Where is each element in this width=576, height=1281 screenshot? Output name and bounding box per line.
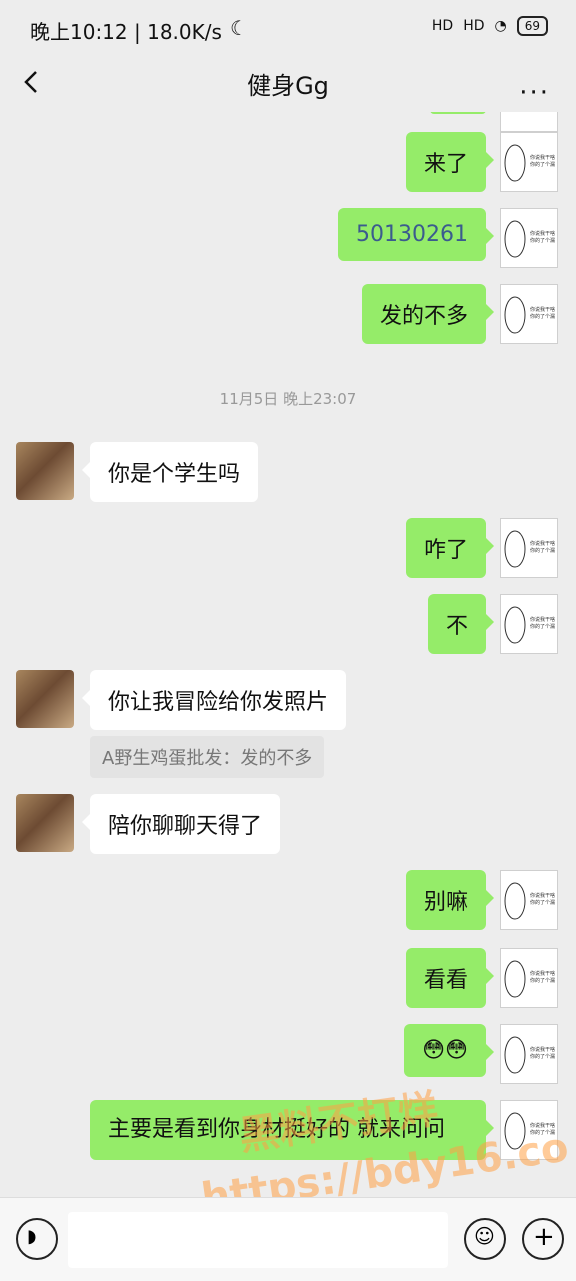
message-bubble[interactable]: 别嘛 [405,870,495,930]
status-right-icons: HD HD ◔ 69 [432,16,548,36]
message-bubble[interactable]: 发的不多 [361,284,495,344]
signal-2-icon: HD [463,18,485,34]
signal-1-icon: HD [431,18,454,34]
smiley-icon: ☺ [474,1224,495,1248]
message-bubble[interactable]: 不 [427,594,495,654]
my-avatar[interactable]: 你说我干啥 你的了个漏 [500,284,558,344]
wifi-icon: ◔ [494,18,507,34]
svg-text:你的了个漏: 你的了个漏 [530,1053,555,1060]
chat-header: 健身Gg ··· [0,56,576,112]
svg-text:你说我干啥: 你说我干啥 [530,616,555,623]
chat-title: 健身Gg [247,72,329,100]
message-bubble[interactable]: 你让我冒险给你发照片 [81,670,347,730]
svg-text:你说我干啥: 你说我干啥 [530,892,555,899]
svg-text:你说我干啥: 你说我干啥 [530,540,555,547]
more-options-icon[interactable]: ··· [519,78,550,108]
emoji-message[interactable]: 😳😳 [404,1024,494,1077]
message-timestamp: 11月5日 晚上23:07 [219,390,357,408]
message-input[interactable] [68,1212,448,1268]
svg-text:你说我干啥: 你说我干啥 [530,154,555,161]
svg-text:你说我干啥: 你说我干啥 [530,230,555,237]
my-avatar[interactable] [500,112,558,132]
svg-text:你说我干啥: 你说我干啥 [530,970,555,977]
partial-bubble [430,112,486,114]
my-avatar[interactable]: 你说我干啥 你的了个漏 [500,518,558,578]
message-bubble[interactable]: 50130261 [338,208,494,261]
emoji-button[interactable]: ☺ [464,1218,506,1260]
input-bar: ◗ ☺ + [0,1197,576,1281]
svg-text:你的了个漏: 你的了个漏 [530,977,555,984]
svg-text:你的了个漏: 你的了个漏 [530,899,555,906]
my-avatar[interactable]: 你说我干啥 你的了个漏 [500,1024,558,1084]
svg-text:你的了个漏: 你的了个漏 [530,313,555,320]
contact-avatar[interactable] [16,442,74,500]
my-avatar[interactable]: 你说我干啥 你的了个漏 [500,948,558,1008]
my-avatar[interactable]: 你说我干啥 你的了个漏 [500,870,558,930]
message-list[interactable]: 来了 你说我干啥 你的了个漏 50130261 你说我干啥 你的了个漏 发的不多 你… [0,112,576,1197]
svg-text:你的了个漏: 你的了个漏 [530,237,555,244]
svg-text:你的了个漏: 你的了个漏 [530,161,555,168]
plus-icon: + [533,1222,555,1252]
my-avatar[interactable]: 你说我干啥 你的了个漏 [500,132,558,192]
svg-text:你说我干啥: 你说我干啥 [530,306,555,313]
svg-text:你说我干啥: 你说我干啥 [530,1046,555,1053]
quoted-message[interactable]: A野生鸡蛋批发：发的不多 [90,736,325,778]
dnd-moon-icon: ☾ [230,16,248,40]
voice-icon: ◗ [27,1226,37,1247]
message-bubble[interactable]: 看看 [405,948,495,1008]
message-bubble[interactable]: 来了 [405,132,495,192]
contact-avatar[interactable] [16,794,74,852]
my-avatar[interactable]: 你说我干啥 你的了个漏 [500,208,558,268]
status-bar: 晚上10:12 | 18.0K/s ☾ HD HD ◔ 69 [0,0,576,56]
more-functions-button[interactable]: + [522,1218,564,1260]
message-bubble[interactable]: 你是个学生吗 [81,442,259,502]
voice-input-button[interactable]: ◗ [16,1218,58,1260]
status-time-network: 晚上10:12 | 18.0K/s [30,20,222,44]
battery-icon: 69 [516,16,548,36]
my-avatar[interactable]: 你说我干啥 你的了个漏 [500,594,558,654]
message-bubble[interactable]: 陪你聊聊天得了 [81,794,281,854]
svg-text:你的了个漏: 你的了个漏 [530,547,555,554]
message-bubble[interactable]: 咋了 [405,518,495,578]
contact-avatar[interactable] [16,670,74,728]
svg-text:你的了个漏: 你的了个漏 [530,623,555,630]
